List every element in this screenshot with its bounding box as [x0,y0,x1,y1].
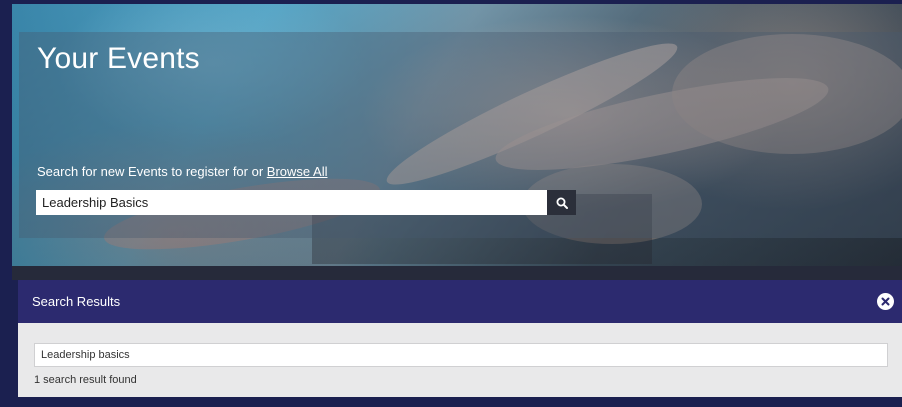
search-button[interactable] [547,190,576,215]
browse-all-link[interactable]: Browse All [267,164,328,179]
search-result-count: 1 search result found [34,374,137,386]
hero-banner: Your Events Search for new Events to reg… [12,4,902,266]
search-input[interactable] [36,190,547,215]
separator-band [12,266,902,280]
search-result-item[interactable]: Leadership basics [34,343,888,367]
search-bar [36,190,576,215]
search-icon [556,197,568,209]
search-prompt-text: Search for new Events to register for or [37,164,267,179]
close-circle-icon [881,297,890,306]
page-title: Your Events [37,42,200,75]
search-results-title: Search Results [32,294,121,309]
bottom-band [12,397,902,407]
close-results-button[interactable] [877,293,894,310]
search-results-panel: Search Results Leadership basics 1 searc… [18,280,902,397]
search-results-header: Search Results [18,280,902,323]
app-frame: Your Events Search for new Events to reg… [0,0,902,407]
search-result-label: Leadership basics [41,349,130,361]
search-prompt: Search for new Events to register for or… [37,164,327,179]
